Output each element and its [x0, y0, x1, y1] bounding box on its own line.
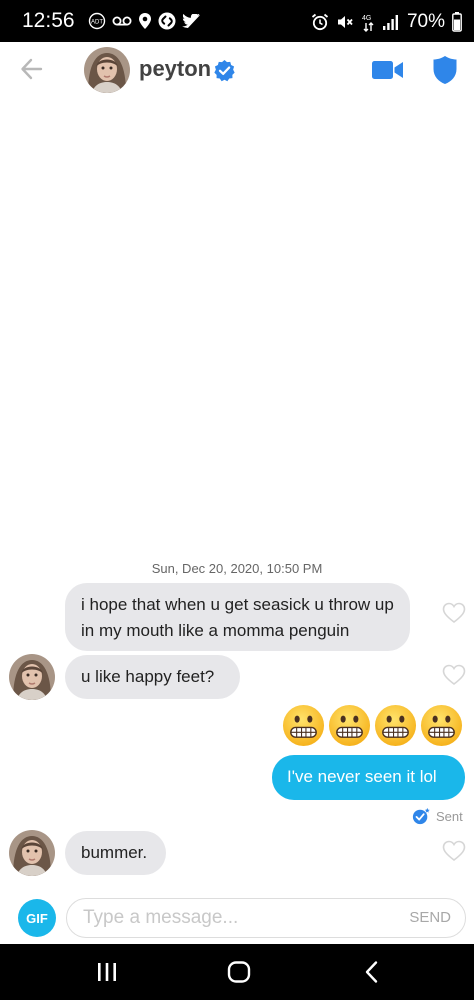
grimacing-face-icon: [374, 704, 417, 747]
adt-icon: ADT: [88, 12, 106, 30]
message-timestamp: Sun, Dec 20, 2020, 10:50 PM: [0, 561, 474, 576]
message-composer: GIF SEND: [0, 893, 474, 943]
twitter-icon: [182, 12, 200, 30]
recent-apps-icon[interactable]: [94, 960, 120, 984]
avatar[interactable]: [84, 47, 130, 93]
voicemail-icon: [112, 12, 132, 30]
home-icon[interactable]: [226, 960, 252, 984]
video-call-icon[interactable]: [372, 59, 404, 81]
svg-text:ADT: ADT: [91, 20, 103, 26]
location-pin-icon: [138, 12, 152, 30]
like-heart-icon[interactable]: [442, 664, 466, 686]
verified-badge-icon: [214, 59, 235, 82]
grimacing-face-icon: [328, 704, 371, 747]
sent-receipt: Sent: [412, 807, 463, 825]
incoming-message[interactable]: i hope that when u get seasick u throw u…: [65, 583, 410, 651]
incoming-message[interactable]: bummer.: [65, 831, 166, 875]
system-nav-bar: [0, 944, 474, 1000]
grimacing-face-icon: [420, 704, 463, 747]
status-time: 12:56: [22, 9, 75, 32]
signal-icon: [382, 13, 400, 31]
like-heart-icon[interactable]: [442, 602, 466, 624]
message-box: SEND: [66, 898, 466, 938]
battery-percent: 70%: [406, 11, 445, 32]
sent-check-icon: [412, 807, 430, 825]
timestamp-date: Sun, Dec 20, 2020,: [151, 561, 264, 576]
outgoing-emoji-message[interactable]: [282, 704, 463, 747]
notification-icons: ADT: [88, 12, 200, 30]
incoming-message[interactable]: u like happy feet?: [65, 655, 240, 699]
mute-icon: [336, 13, 354, 31]
safety-shield-icon[interactable]: [432, 55, 458, 85]
outgoing-message[interactable]: I've never seen it lol: [272, 755, 465, 800]
avatar[interactable]: [9, 830, 55, 876]
avatar[interactable]: [9, 654, 55, 700]
alarm-icon: [311, 13, 329, 31]
gif-button[interactable]: GIF: [18, 899, 56, 937]
timestamp-time: 10:50 PM: [266, 561, 323, 576]
battery-icon: [452, 12, 462, 32]
sent-status: Sent: [436, 808, 463, 824]
send-button[interactable]: SEND: [409, 909, 451, 926]
wifi-calling-icon: 4G: [361, 13, 375, 32]
back-arrow-icon[interactable]: [19, 56, 45, 82]
status-bar: 12:56 ADT 4G 70%: [0, 0, 474, 42]
grimacing-face-icon: [282, 704, 325, 747]
message-input[interactable]: [83, 899, 383, 937]
svg-text:4G: 4G: [362, 15, 371, 22]
contact-name[interactable]: peyton: [139, 56, 211, 82]
shazam-icon: [158, 12, 176, 30]
like-heart-icon[interactable]: [442, 840, 466, 862]
chat-header: peyton: [0, 42, 474, 100]
system-icons: 4G 70%: [311, 11, 462, 33]
back-icon[interactable]: [359, 960, 385, 984]
